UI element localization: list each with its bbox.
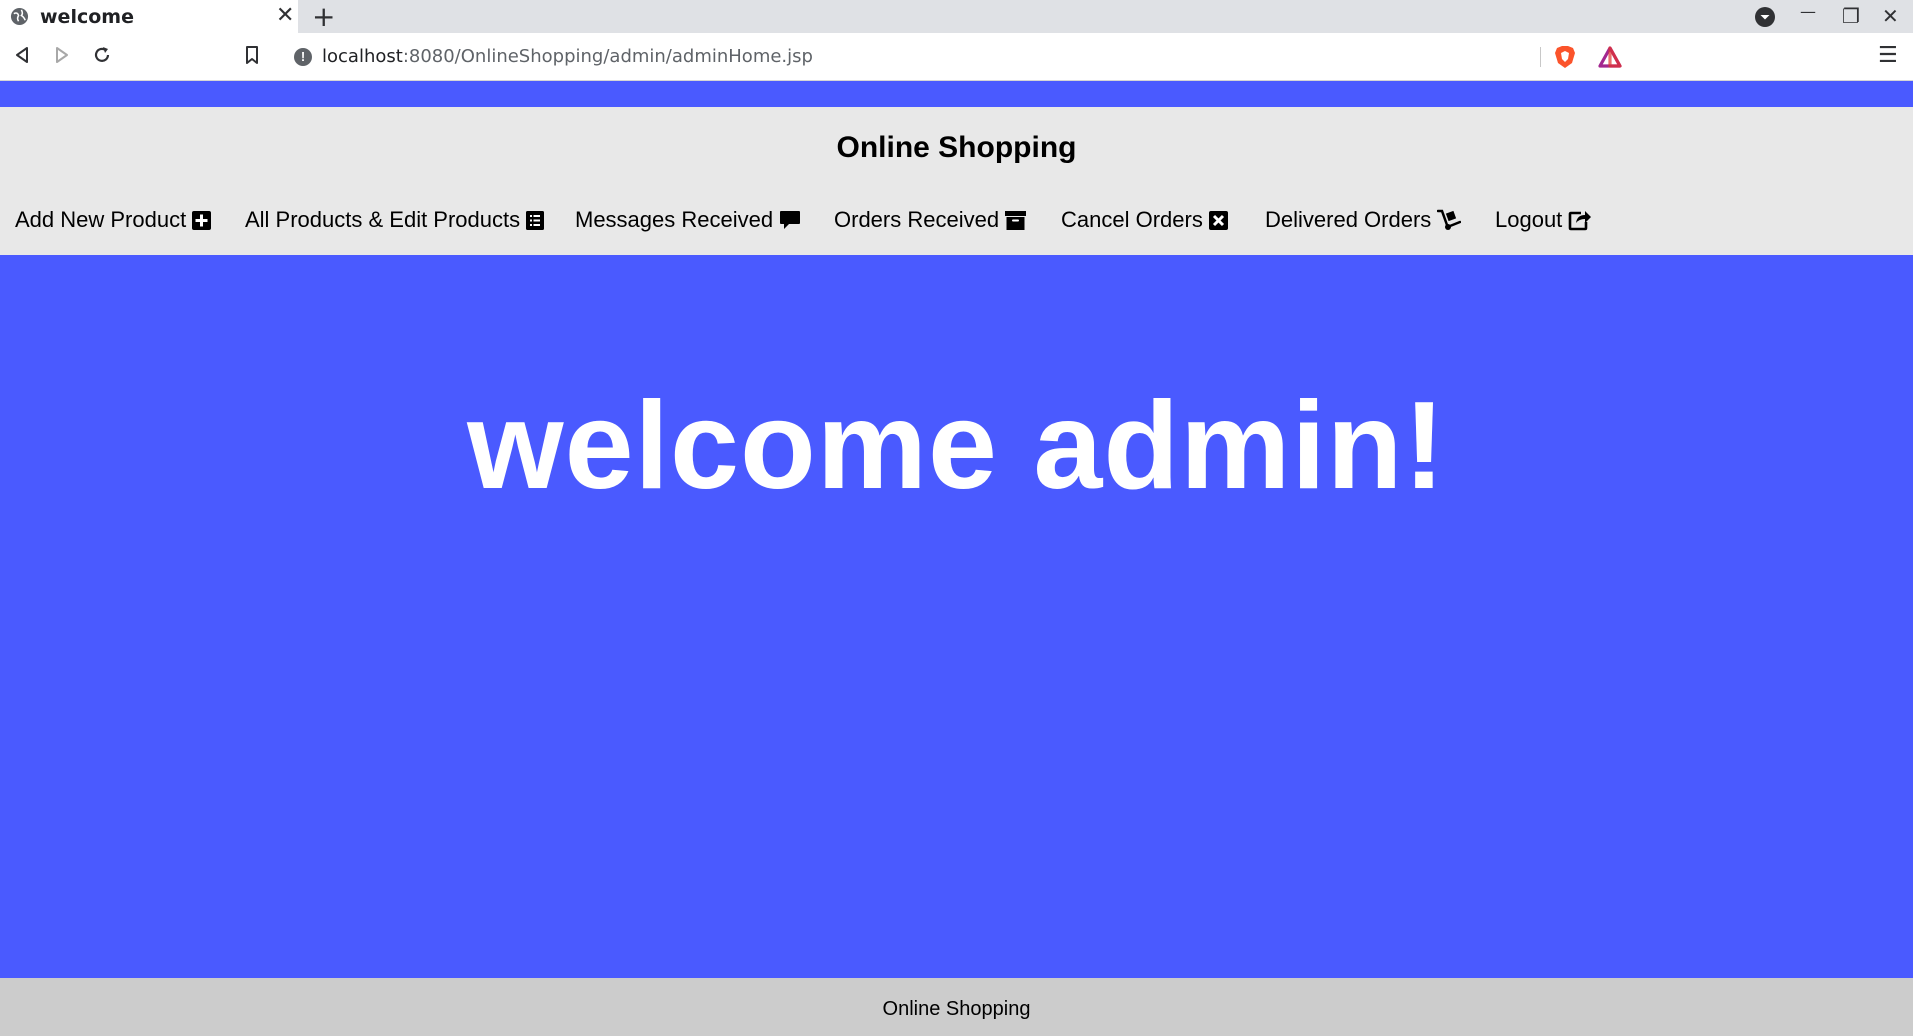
site-header: Online Shopping Add New Product All Prod…	[0, 107, 1913, 255]
nav-logout[interactable]: Logout	[1495, 207, 1592, 233]
browser-tab[interactable]: welcome ✕	[0, 0, 298, 33]
back-icon[interactable]	[10, 43, 34, 67]
nav-label: Cancel Orders	[1061, 207, 1203, 232]
nav-label: All Products & Edit Products	[245, 207, 521, 232]
nav-orders-received[interactable]: Orders Received	[834, 207, 1027, 233]
browser-toolbar: ! localhost:8080/OnlineShopping/admin/ad…	[0, 33, 1913, 81]
archive-icon	[1005, 210, 1027, 230]
list-icon	[526, 210, 545, 230]
address-bar-divider	[1540, 47, 1541, 67]
tab-search-icon[interactable]	[1754, 6, 1776, 28]
main-content: welcome admin!	[0, 255, 1913, 978]
dolly-icon	[1437, 209, 1462, 230]
site-info-icon[interactable]: !	[294, 48, 312, 66]
tab-close-icon[interactable]: ✕	[276, 3, 294, 28]
footer-text: Online Shopping	[882, 998, 1031, 1020]
nav-label: Logout	[1495, 207, 1563, 232]
brave-shield-icon[interactable]	[1554, 45, 1576, 69]
nav-delivered-orders[interactable]: Delivered Orders	[1265, 207, 1462, 233]
restore-button[interactable]: ❐	[1842, 4, 1860, 28]
comment-icon	[780, 210, 801, 229]
reload-icon[interactable]	[90, 43, 114, 67]
close-square-icon	[1208, 210, 1228, 230]
welcome-heading: welcome admin!	[467, 377, 1446, 515]
bookmark-icon[interactable]	[240, 43, 264, 67]
nav-cancel-orders[interactable]: Cancel Orders	[1061, 207, 1228, 233]
nav-label: Delivered Orders	[1265, 207, 1432, 232]
browser-menu-icon[interactable]: ☰	[1878, 42, 1898, 68]
nav-messages-received[interactable]: Messages Received	[575, 207, 801, 233]
address-bar[interactable]: ! localhost:8080/OnlineShopping/admin/ad…	[280, 39, 1630, 75]
nav-all-products[interactable]: All Products & Edit Products	[245, 207, 545, 233]
url-text[interactable]: localhost:8080/OnlineShopping/admin/admi…	[322, 46, 813, 67]
url-path: :8080/OnlineShopping/admin/adminHome.jsp	[402, 46, 813, 67]
brave-rewards-icon[interactable]	[1598, 46, 1622, 68]
forward-icon[interactable]	[50, 43, 74, 67]
globe-icon	[10, 7, 29, 26]
browser-tab-bar: welcome ✕ + — ❐ ✕	[0, 0, 1913, 33]
tab-title: welcome	[40, 6, 134, 28]
window-close-button[interactable]: ✕	[1882, 4, 1899, 28]
minimize-button[interactable]: —	[1800, 2, 1816, 21]
site-title: Online Shopping	[836, 131, 1077, 164]
share-square-icon	[1568, 211, 1592, 231]
nav-add-new-product[interactable]: Add New Product	[15, 207, 212, 233]
site-footer: Online Shopping	[0, 978, 1913, 1036]
plus-square-icon	[192, 210, 212, 230]
url-host: localhost	[322, 46, 403, 67]
nav-label: Orders Received	[834, 207, 1000, 232]
top-strip	[0, 81, 1913, 107]
nav-label: Messages Received	[575, 207, 774, 232]
new-tab-button[interactable]: +	[312, 0, 335, 33]
nav-label: Add New Product	[15, 207, 187, 232]
